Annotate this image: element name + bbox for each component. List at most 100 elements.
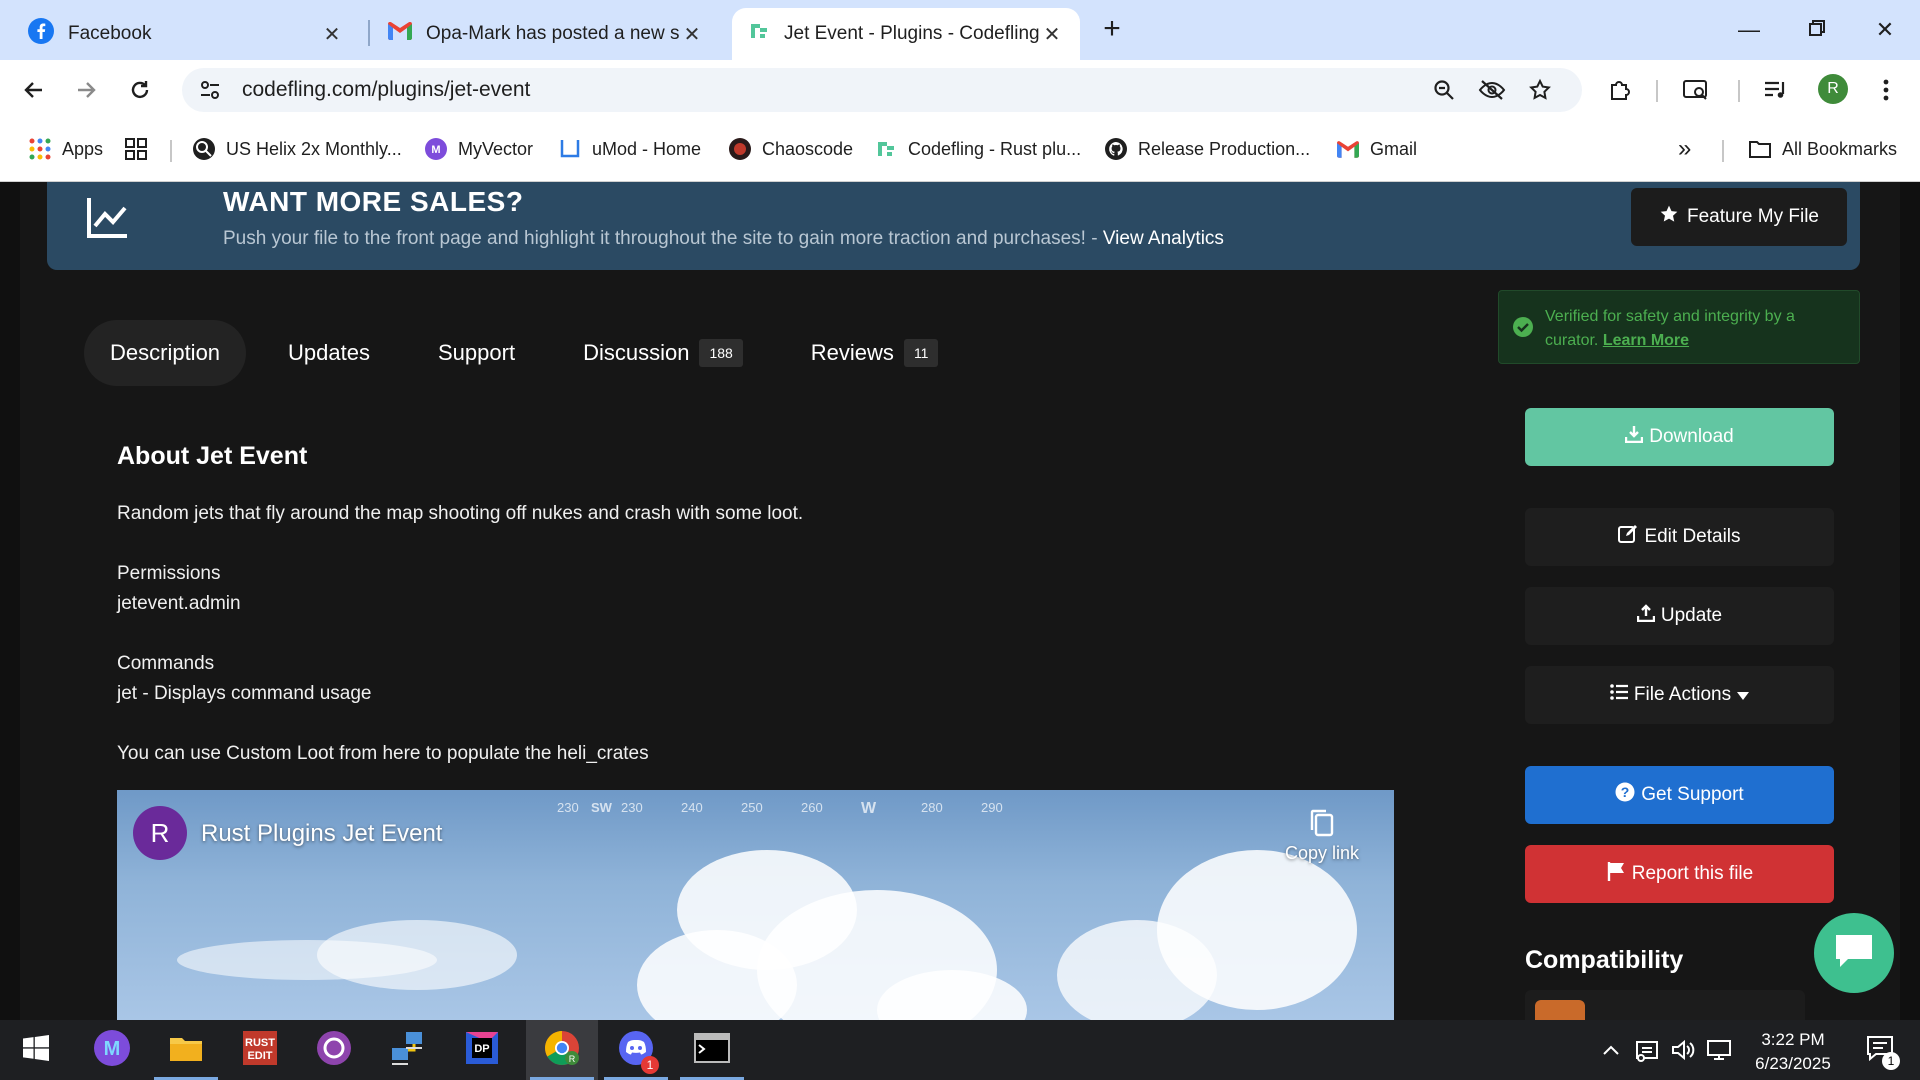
profile-avatar[interactable]: R bbox=[1818, 74, 1848, 104]
page-container: WANT MORE SALES? Push your file to the f… bbox=[20, 182, 1900, 1020]
permissions-title: Permissions bbox=[117, 563, 221, 584]
all-bookmarks[interactable]: All Bookmarks bbox=[1748, 134, 1897, 164]
url-text[interactable]: codefling.com/plugins/jet-event bbox=[242, 78, 530, 102]
start-button[interactable] bbox=[0, 1020, 72, 1080]
video-title[interactable]: Rust Plugins Jet Event bbox=[201, 820, 442, 848]
taskbar-rustedit[interactable]: RUST EDIT bbox=[224, 1020, 296, 1080]
cast-search-icon[interactable] bbox=[1676, 70, 1716, 110]
tab-label: Reviews bbox=[810, 340, 894, 365]
tracking-protection-icon[interactable] bbox=[1472, 70, 1512, 110]
get-support-button[interactable]: ? Get Support bbox=[1525, 766, 1834, 824]
compass-tick: SW bbox=[591, 800, 612, 815]
tab-discussion[interactable]: Discussion 188 bbox=[557, 320, 769, 386]
close-icon[interactable]: ✕ bbox=[1040, 22, 1064, 47]
view-analytics-link[interactable]: View Analytics bbox=[1103, 228, 1224, 249]
count-badge: 188 bbox=[699, 339, 743, 367]
download-button[interactable]: Download bbox=[1525, 408, 1834, 466]
learn-more-link[interactable]: Learn More bbox=[1603, 332, 1689, 349]
tab-separator bbox=[368, 20, 370, 46]
taskbar-file-explorer[interactable] bbox=[150, 1020, 222, 1080]
compass-tick: 250 bbox=[741, 800, 763, 815]
taskbar-myvector[interactable]: M bbox=[76, 1020, 148, 1080]
download-label: Download bbox=[1649, 426, 1734, 447]
bookmark-umod[interactable]: uMod - Home bbox=[558, 134, 701, 164]
copy-link-button[interactable]: Copy link bbox=[1277, 808, 1367, 864]
restore-icon[interactable] bbox=[1792, 10, 1842, 50]
close-icon[interactable]: ✕ bbox=[320, 22, 344, 47]
reload-icon[interactable] bbox=[120, 70, 160, 110]
chat-button[interactable] bbox=[1814, 913, 1894, 993]
extensions-icon[interactable] bbox=[1600, 70, 1640, 110]
taskbar-network-tool[interactable] bbox=[372, 1020, 444, 1080]
github-icon bbox=[1104, 137, 1128, 161]
bookmark-label: Gmail bbox=[1370, 138, 1418, 159]
tab-label: Discussion bbox=[583, 340, 690, 365]
network-monitor-icon[interactable] bbox=[1702, 1020, 1736, 1080]
close-icon[interactable]: ✕ bbox=[680, 22, 704, 47]
bookmark-release-production[interactable]: Release Production... bbox=[1104, 134, 1310, 164]
back-icon[interactable] bbox=[14, 70, 54, 110]
file-actions-button[interactable]: File Actions bbox=[1525, 666, 1834, 724]
window-close-icon[interactable]: ✕ bbox=[1860, 10, 1910, 50]
bookmark-gmail[interactable]: Gmail bbox=[1336, 134, 1417, 164]
feature-my-file-button[interactable]: Feature My File bbox=[1631, 188, 1847, 246]
tray-overflow-icon[interactable] bbox=[1596, 1020, 1626, 1080]
system-clock[interactable]: 3:22 PM 6/23/2025 bbox=[1738, 1028, 1848, 1076]
taskbar-chrome[interactable]: R bbox=[526, 1020, 598, 1080]
taskbar-terminal[interactable] bbox=[676, 1020, 748, 1080]
kebab-menu-icon[interactable] bbox=[1866, 70, 1906, 110]
svg-text:DP: DP bbox=[474, 1043, 489, 1055]
tab-groups-button[interactable] bbox=[124, 134, 158, 164]
tab-description[interactable]: Description bbox=[84, 320, 247, 386]
notification-badge: 1 bbox=[641, 1055, 659, 1074]
tab-support[interactable]: Support bbox=[412, 320, 541, 386]
flag-icon bbox=[1606, 861, 1626, 887]
chart-line-icon bbox=[85, 194, 131, 245]
more-bookmarks-chevron[interactable]: » bbox=[1678, 134, 1691, 164]
bookmark-apps[interactable]: Apps bbox=[28, 134, 103, 164]
copy-icon bbox=[1277, 808, 1367, 843]
bookmark-myvector[interactable]: M MyVector bbox=[424, 134, 533, 164]
minimize-icon[interactable]: — bbox=[1724, 10, 1774, 50]
forward-icon[interactable] bbox=[66, 70, 106, 110]
bookmark-us-helix[interactable]: US Helix 2x Monthly... bbox=[192, 134, 402, 164]
compass-tick: 290 bbox=[981, 800, 1003, 815]
wifi-status-icon[interactable] bbox=[1630, 1020, 1664, 1080]
tab-label: Support bbox=[438, 340, 516, 365]
edit-details-label: Edit Details bbox=[1644, 526, 1741, 547]
tab-updates[interactable]: Updates bbox=[262, 320, 396, 386]
verified-text: Verified for safety and integrity by a c… bbox=[1545, 305, 1845, 353]
video-embed[interactable]: 230 SW 230 240 250 260 W 280 290 R Rust … bbox=[117, 790, 1394, 1020]
report-file-button[interactable]: Report this file bbox=[1525, 845, 1834, 903]
new-tab-button[interactable]: + bbox=[1094, 12, 1130, 48]
site-info-icon[interactable] bbox=[188, 68, 232, 112]
bookmark-label: US Helix 2x Monthly... bbox=[226, 138, 402, 159]
chat-bubble-icon bbox=[1834, 933, 1874, 974]
tab-facebook[interactable]: Facebook ✕ bbox=[12, 8, 360, 60]
compatibility-box bbox=[1525, 990, 1805, 1020]
address-bar[interactable]: codefling.com/plugins/jet-event bbox=[182, 68, 1582, 112]
bookmark-label: MyVector bbox=[458, 138, 534, 159]
tab-gmail[interactable]: Opa-Mark has posted a new su ✕ bbox=[372, 8, 720, 60]
tab-title: Facebook bbox=[68, 23, 152, 44]
bookmark-star-icon[interactable] bbox=[1520, 70, 1560, 110]
tab-codefling[interactable]: Jet Event - Plugins - Codefling ✕ bbox=[732, 8, 1080, 60]
description-content: About Jet Event Random jets that fly aro… bbox=[117, 442, 1417, 769]
taskbar-github[interactable] bbox=[298, 1020, 370, 1080]
bookmark-codefling[interactable]: Codefling - Rust plu... bbox=[874, 134, 1081, 164]
update-button[interactable]: Update bbox=[1525, 587, 1834, 645]
edit-details-button[interactable]: Edit Details bbox=[1525, 508, 1834, 566]
taskbar-dotpeek[interactable]: DP bbox=[446, 1020, 518, 1080]
tab-reviews[interactable]: Reviews 11 bbox=[785, 320, 965, 386]
volume-icon[interactable] bbox=[1666, 1020, 1700, 1080]
tab-label: Updates bbox=[288, 340, 370, 365]
action-center-icon[interactable]: 1 bbox=[1858, 1020, 1902, 1080]
channel-avatar[interactable]: R bbox=[133, 806, 187, 860]
taskbar-discord[interactable]: 1 bbox=[600, 1020, 672, 1080]
media-queue-icon[interactable] bbox=[1756, 70, 1796, 110]
compass-tick: 230 bbox=[621, 800, 643, 815]
discord-icon: 1 bbox=[617, 1029, 659, 1074]
zoom-icon[interactable] bbox=[1424, 70, 1464, 110]
codefling-icon bbox=[748, 20, 770, 48]
bookmark-chaoscode[interactable]: Chaoscode bbox=[728, 134, 853, 164]
